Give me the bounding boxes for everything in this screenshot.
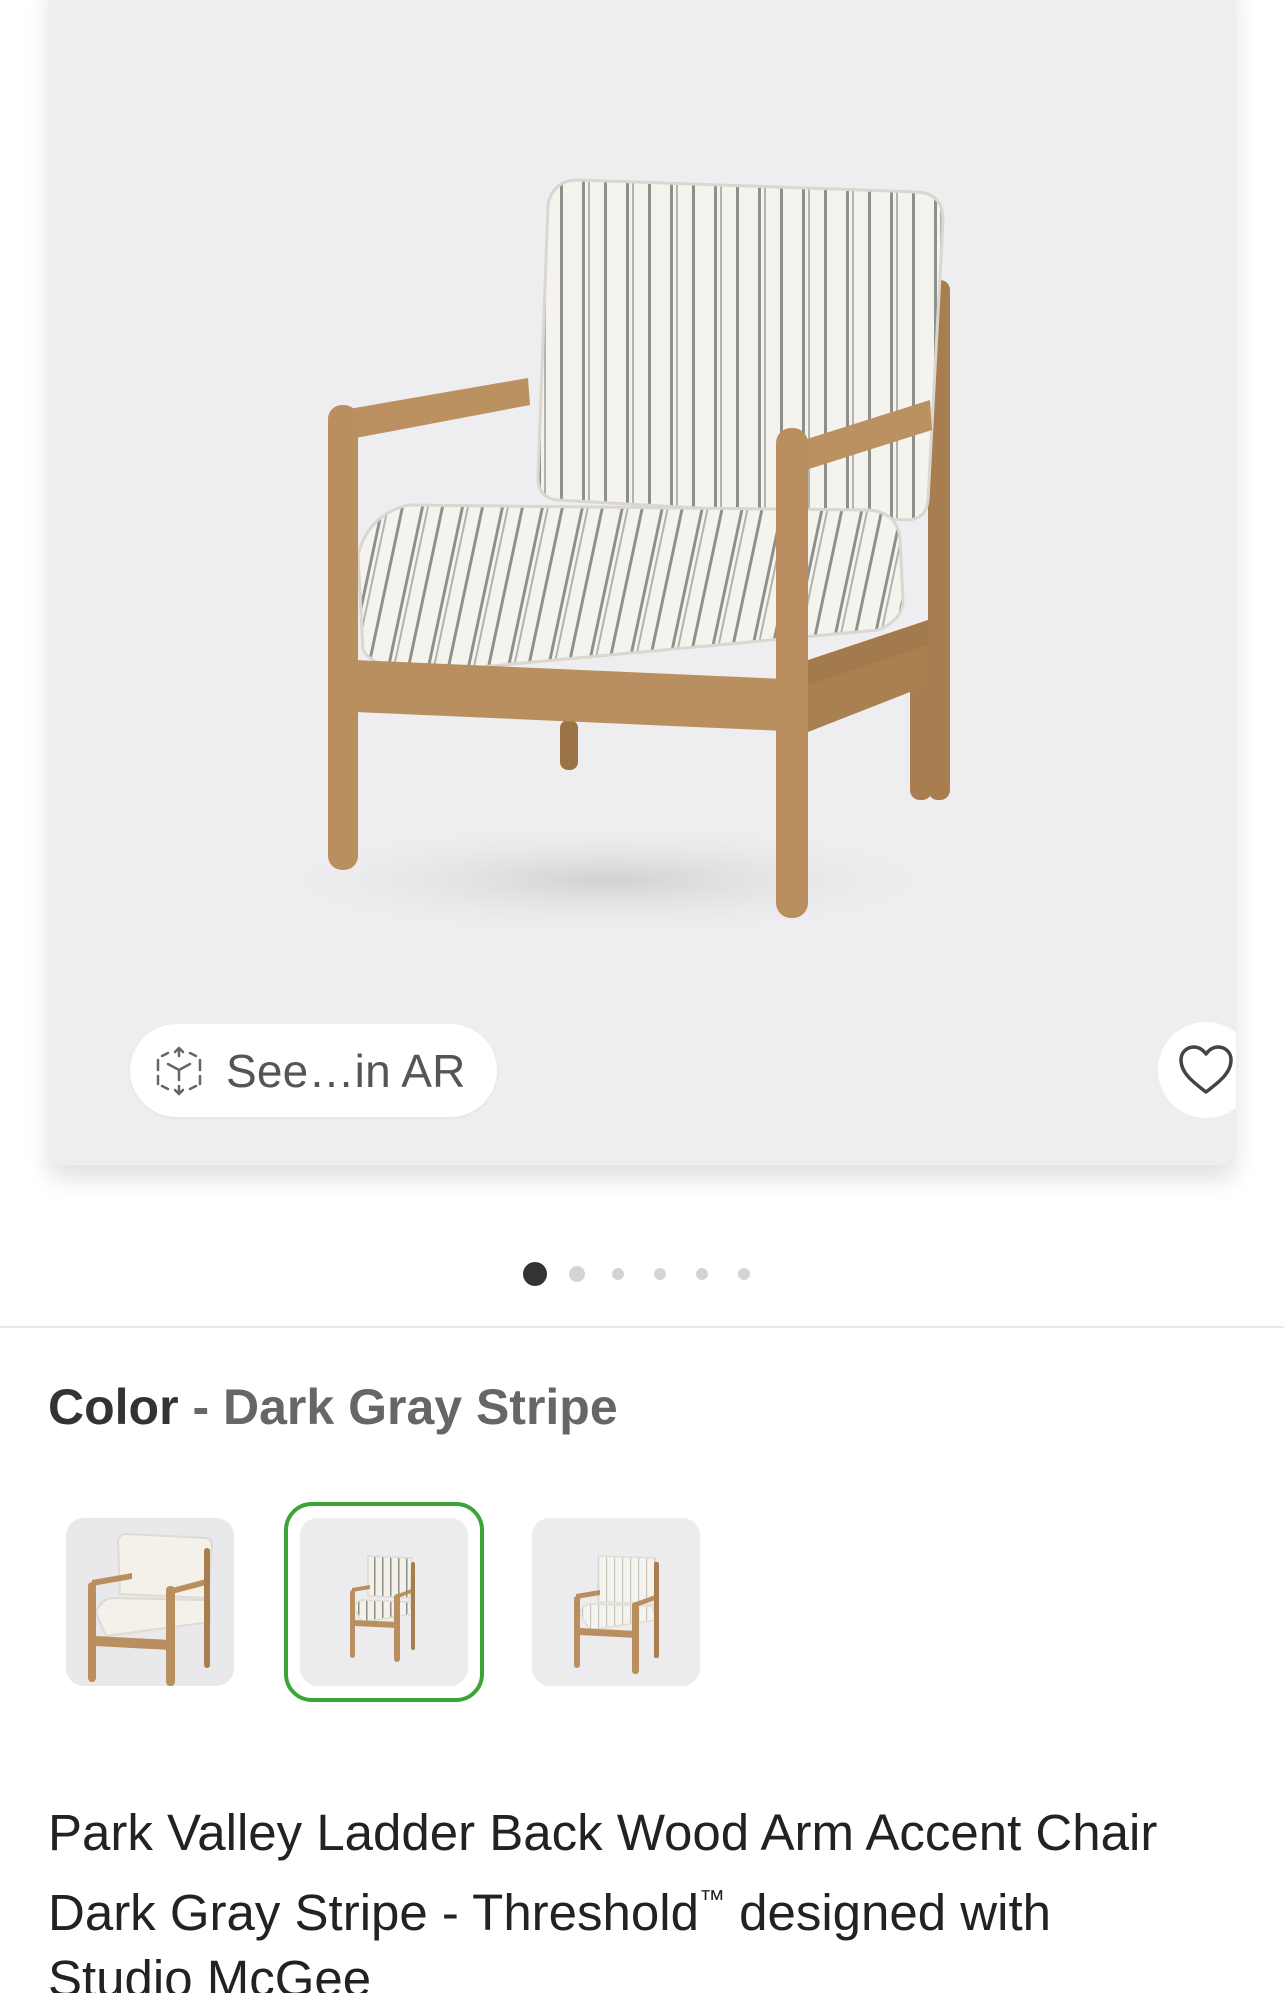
carousel-dot[interactable] xyxy=(569,1266,585,1282)
color-swatch-light-stripe[interactable] xyxy=(532,1518,700,1686)
ar-cube-icon xyxy=(156,1046,202,1095)
carousel-dot[interactable] xyxy=(738,1268,750,1280)
product-title-line-2-b: designed with xyxy=(724,1884,1051,1941)
section-divider xyxy=(0,1326,1284,1328)
swatch-thumbnail xyxy=(532,1518,700,1686)
carousel-dot[interactable] xyxy=(654,1268,666,1280)
product-title-line-1: Park Valley Ladder Back Wood Arm Accent … xyxy=(48,1804,1158,1861)
product-page: See…in AR Color - Dark Gray Stripe Park … xyxy=(0,0,1284,1993)
product-title: Park Valley Ladder Back Wood Arm Accent … xyxy=(48,1800,1248,1993)
carousel-dot[interactable] xyxy=(696,1268,708,1280)
heart-outline-icon xyxy=(1179,1045,1233,1094)
product-title-line-3: Studio McGee xyxy=(48,1950,372,1993)
product-title-line-2: Dark Gray Stripe - Threshold™ designed w… xyxy=(48,1866,1248,1946)
product-image-chair xyxy=(248,178,968,940)
color-swatch-dark-gray-stripe[interactable] xyxy=(300,1518,468,1686)
color-selected-value: Dark Gray Stripe xyxy=(223,1379,618,1435)
see-in-ar-button[interactable]: See…in AR xyxy=(130,1024,497,1117)
carousel-dot[interactable] xyxy=(612,1268,624,1280)
trademark-symbol: ™ xyxy=(698,1884,725,1914)
swatch-thumbnail xyxy=(66,1518,234,1686)
swatch-thumbnail xyxy=(300,1518,468,1686)
product-title-line-2-a: Dark Gray Stripe - Threshold xyxy=(48,1884,699,1941)
carousel-dot-active[interactable] xyxy=(523,1262,547,1286)
carousel-pagination[interactable] xyxy=(0,1258,1284,1288)
color-swatch-cream[interactable] xyxy=(66,1518,234,1686)
color-label: Color xyxy=(48,1379,179,1435)
color-heading: Color - Dark Gray Stripe xyxy=(48,1378,618,1436)
color-separator: - xyxy=(192,1379,210,1435)
product-image-gallery[interactable]: See…in AR xyxy=(48,0,1236,1165)
see-in-ar-label: See…in AR xyxy=(226,1044,466,1097)
